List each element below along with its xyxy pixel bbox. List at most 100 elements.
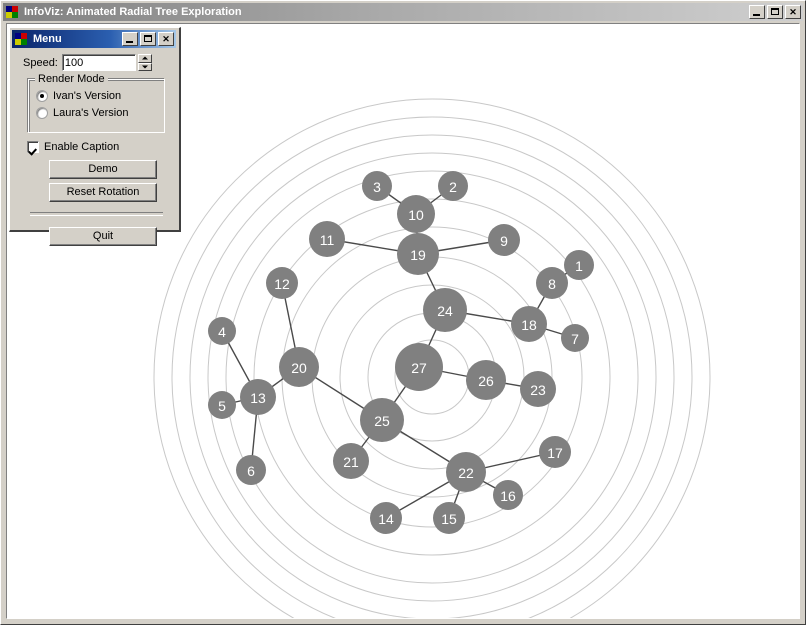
graph-node[interactable]: 4 xyxy=(208,317,236,345)
menu-close-button[interactable]: ✕ xyxy=(158,32,174,46)
graph-node[interactable]: 11 xyxy=(309,221,345,257)
graph-node[interactable]: 3 xyxy=(362,171,392,201)
menu-maximize-button[interactable] xyxy=(140,32,156,46)
main-window-buttons: ✕ xyxy=(749,5,801,19)
chevron-up-icon xyxy=(141,56,148,60)
maximize-icon xyxy=(771,8,779,15)
node-circle-21[interactable] xyxy=(333,443,369,479)
app-flag-icon xyxy=(14,32,30,46)
node-circle-16[interactable] xyxy=(493,480,523,510)
graph-node[interactable]: 22 xyxy=(446,452,486,492)
node-circle-4[interactable] xyxy=(208,317,236,345)
node-circle-5[interactable] xyxy=(208,391,236,419)
graph-node[interactable]: 25 xyxy=(360,398,404,442)
close-icon: ✕ xyxy=(162,33,170,44)
maximize-icon xyxy=(144,35,152,42)
graph-node[interactable]: 13 xyxy=(240,379,276,415)
node-circle-13[interactable] xyxy=(240,379,276,415)
button-separator xyxy=(30,212,163,216)
radio-lauras-version-label: Laura's Version xyxy=(53,107,129,119)
node-circle-9[interactable] xyxy=(488,224,520,256)
node-circle-6[interactable] xyxy=(236,455,266,485)
graph-node[interactable]: 14 xyxy=(370,502,402,534)
node-circle-23[interactable] xyxy=(520,371,556,407)
menu-dialog[interactable]: Menu ✕ Speed: Render Mode xyxy=(9,27,181,246)
speed-decrement-button[interactable] xyxy=(137,62,152,71)
node-circle-11[interactable] xyxy=(309,221,345,257)
radio-ivans-version[interactable]: Ivan's Version xyxy=(36,90,121,102)
node-circle-20[interactable] xyxy=(279,347,319,387)
node-circle-10[interactable] xyxy=(397,195,435,233)
main-titlebar: InfoViz: Animated Radial Tree Exploratio… xyxy=(3,3,803,21)
minimize-icon xyxy=(126,41,133,43)
node-circle-17[interactable] xyxy=(539,436,571,468)
speed-row: Speed: xyxy=(23,54,152,71)
speed-stepper[interactable] xyxy=(137,54,152,71)
chevron-down-icon xyxy=(141,65,148,69)
app-title: InfoViz: Animated Radial Tree Exploratio… xyxy=(24,6,242,18)
node-circle-2[interactable] xyxy=(438,171,468,201)
node-circle-15[interactable] xyxy=(433,502,465,534)
node-circle-24[interactable] xyxy=(423,288,467,332)
radio-button-icon[interactable] xyxy=(36,107,48,119)
node-circle-1[interactable] xyxy=(564,250,594,280)
graph-node[interactable]: 19 xyxy=(397,233,439,275)
tree-nodes[interactable]: 1234567891011121314 151617181920212223242… xyxy=(208,171,594,534)
render-mode-legend: Render Mode xyxy=(35,73,108,85)
graph-node[interactable]: 10 xyxy=(397,195,435,233)
graph-node[interactable]: 21 xyxy=(333,443,369,479)
quit-button[interactable]: Quit xyxy=(49,227,157,246)
node-circle-3[interactable] xyxy=(362,171,392,201)
minimize-button[interactable] xyxy=(749,5,765,19)
graph-node[interactable]: 6 xyxy=(236,455,266,485)
maximize-button[interactable] xyxy=(767,5,783,19)
node-circle-19[interactable] xyxy=(397,233,439,275)
reset-rotation-button[interactable]: Reset Rotation xyxy=(49,183,157,202)
node-circle-12[interactable] xyxy=(266,267,298,299)
minimize-icon xyxy=(753,14,760,16)
menu-dialog-body: Speed: Render Mode Ivan's Version Laura'… xyxy=(10,50,179,246)
menu-window-buttons: ✕ xyxy=(122,32,174,46)
node-circle-26[interactable] xyxy=(466,360,506,400)
graph-node[interactable]: 26 xyxy=(466,360,506,400)
enable-caption-label: Enable Caption xyxy=(44,141,120,153)
graph-node[interactable]: 18 xyxy=(511,306,547,342)
graph-node[interactable]: 1 xyxy=(564,250,594,280)
graph-node[interactable]: 16 xyxy=(493,480,523,510)
graph-node[interactable]: 23 xyxy=(520,371,556,407)
graph-node[interactable]: 20 xyxy=(279,347,319,387)
render-mode-groupbox: Render Mode Ivan's Version Laura's Versi… xyxy=(28,73,165,133)
app-flag-icon xyxy=(5,5,21,19)
node-circle-18[interactable] xyxy=(511,306,547,342)
radio-ivans-version-label: Ivan's Version xyxy=(53,90,122,102)
speed-label: Speed: xyxy=(23,56,58,69)
checkbox-icon[interactable] xyxy=(27,141,39,153)
speed-increment-button[interactable] xyxy=(137,54,152,63)
graph-node[interactable]: 7 xyxy=(561,324,589,352)
graph-node[interactable]: 15 xyxy=(433,502,465,534)
node-circle-14[interactable] xyxy=(370,502,402,534)
node-circle-25[interactable] xyxy=(360,398,404,442)
menu-titlebar: Menu ✕ xyxy=(12,30,176,48)
speed-input[interactable] xyxy=(61,54,136,71)
graph-node[interactable]: 12 xyxy=(266,267,298,299)
node-circle-8[interactable] xyxy=(536,267,568,299)
graph-node[interactable]: 17 xyxy=(539,436,571,468)
graph-node[interactable]: 9 xyxy=(488,224,520,256)
graph-node[interactable]: 24 xyxy=(423,288,467,332)
graph-node[interactable]: 27 xyxy=(395,343,443,391)
demo-button[interactable]: Demo xyxy=(49,160,157,179)
node-circle-7[interactable] xyxy=(561,324,589,352)
radio-button-icon[interactable] xyxy=(36,90,48,102)
graph-node[interactable]: 5 xyxy=(208,391,236,419)
graph-node[interactable]: 2 xyxy=(438,171,468,201)
application-window: InfoViz: Animated Radial Tree Exploratio… xyxy=(0,0,806,625)
close-button[interactable]: ✕ xyxy=(785,5,801,19)
graph-node[interactable]: 8 xyxy=(536,267,568,299)
menu-minimize-button[interactable] xyxy=(122,32,138,46)
node-circle-27[interactable] xyxy=(395,343,443,391)
radio-lauras-version[interactable]: Laura's Version xyxy=(36,107,128,119)
enable-caption-row[interactable]: Enable Caption xyxy=(27,141,119,153)
menu-dialog-title: Menu xyxy=(33,33,62,45)
node-circle-22[interactable] xyxy=(446,452,486,492)
